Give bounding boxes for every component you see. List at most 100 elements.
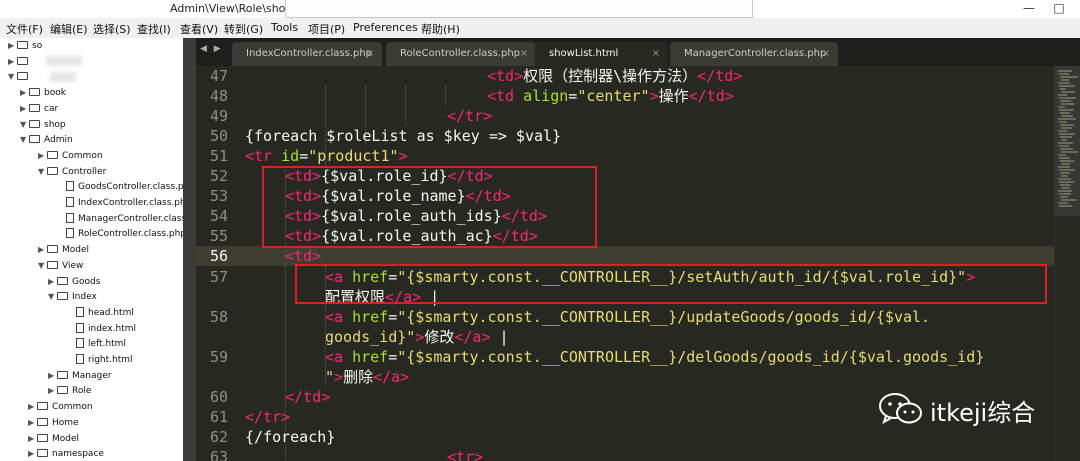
tree-folder-controller[interactable]: ▼ Controller: [38, 164, 106, 180]
minimap-line: [1058, 190, 1072, 192]
close-icon[interactable]: ×: [366, 42, 374, 66]
code-line: {foreach $roleList as $key => $val}: [245, 126, 561, 146]
minimap-line: [1059, 133, 1075, 135]
code-token: "{$smarty.const.__CONTROLLER__}/updateGo…: [397, 308, 931, 326]
code-token: align: [523, 87, 569, 105]
minimap-line: [1058, 82, 1070, 84]
code-token: =: [299, 147, 309, 165]
minimap-line: [1060, 76, 1078, 78]
tree-folder-manager[interactable]: ▶ Manager: [48, 368, 111, 384]
tree-folder-hidden[interactable]: ▼: [8, 69, 32, 85]
close-icon[interactable]: ×: [520, 42, 528, 66]
chevron-right-icon[interactable]: ▶: [28, 415, 37, 431]
current-line-highlight: [196, 246, 1054, 266]
menu-selection[interactable]: 选择(S): [93, 21, 131, 37]
minimize-button[interactable]: —: [1016, 0, 1042, 18]
maximize-button[interactable]: □: [1046, 0, 1072, 18]
chevron-right-icon[interactable]: ▶: [8, 54, 17, 70]
tree-file-indexcontroller-class-ph[interactable]: IndexController.class.ph: [66, 195, 183, 211]
sidebar-splitter[interactable]: [183, 38, 196, 461]
tree-folder-common[interactable]: ▶ Common: [38, 148, 103, 164]
code-token: ": [325, 368, 335, 386]
minimap-line: [1061, 127, 1072, 129]
tab-manager-controller[interactable]: ManagerController.class.php ×: [670, 42, 838, 66]
tab-label: showList.html: [549, 48, 619, 59]
menu-view[interactable]: 查看(V): [180, 21, 218, 37]
tree-file-rolecontroller-class-php[interactable]: RoleController.class.php: [66, 226, 183, 242]
chevron-right-icon[interactable]: ▶: [28, 431, 37, 447]
folder-icon: [47, 166, 58, 175]
tree-folder-view[interactable]: ▼ View: [38, 258, 83, 274]
menu-edit[interactable]: 编辑(E): [50, 21, 88, 37]
tree-file-right-html[interactable]: right.html: [76, 352, 133, 368]
chevron-right-icon[interactable]: ▶: [48, 368, 57, 384]
tree-folder-model[interactable]: ▶ Model: [28, 431, 79, 447]
menu-preferences[interactable]: Preferences: [353, 21, 418, 34]
tab-nav-arrows-icon[interactable]: ◀ ▶: [200, 44, 223, 54]
tree-folder-car[interactable]: ▶ car: [20, 101, 58, 117]
tree-folder-hidden[interactable]: ▶: [8, 54, 32, 70]
menu-help[interactable]: 帮助(H): [421, 21, 460, 37]
close-icon[interactable]: ×: [822, 42, 830, 66]
code-token: <td: [487, 87, 515, 105]
chevron-right-icon[interactable]: ▶: [28, 446, 37, 461]
chevron-right-icon[interactable]: ▶: [38, 148, 47, 164]
tab-showlist[interactable]: showList.html ×: [535, 42, 668, 66]
code-token: <td>: [285, 247, 322, 265]
line-number: 49: [209, 107, 228, 125]
chevron-right-icon[interactable]: ▶: [48, 274, 57, 290]
tree-file-managercontroller-class[interactable]: ManagerController.class: [66, 211, 183, 227]
folder-icon: [37, 417, 48, 426]
menu-tools[interactable]: Tools: [271, 21, 298, 34]
chevron-down-icon[interactable]: ▼: [8, 69, 17, 85]
tree-folder-goods[interactable]: ▶ Goods: [48, 274, 100, 290]
tree-folder-shop[interactable]: ▼ shop: [20, 117, 66, 133]
tree-folder-index[interactable]: ▼ Index: [48, 289, 97, 305]
tree-file-left-html[interactable]: left.html: [76, 336, 126, 352]
menu-project[interactable]: 项目(P): [308, 21, 345, 37]
tree-folder-home[interactable]: ▶ Home: [28, 415, 79, 431]
chevron-down-icon[interactable]: ▼: [38, 164, 47, 180]
chevron-right-icon[interactable]: ▶: [20, 85, 29, 101]
tree-folder-model[interactable]: ▶ Model: [38, 242, 89, 258]
menu-goto[interactable]: 转到(G): [224, 21, 263, 37]
tree-folder-so[interactable]: ▶ so: [8, 38, 42, 54]
line-number: 62: [209, 428, 228, 446]
chevron-right-icon[interactable]: ▶: [8, 38, 17, 54]
menu-find[interactable]: 查找(I): [137, 21, 171, 37]
chevron-right-icon[interactable]: ▶: [38, 242, 47, 258]
menu-file[interactable]: 文件(F): [6, 21, 43, 37]
minimap-line: [1060, 112, 1070, 114]
close-icon[interactable]: ×: [652, 42, 660, 66]
chevron-down-icon[interactable]: ▼: [20, 132, 29, 148]
minimap-line: [1061, 91, 1075, 93]
line-number: 61: [209, 408, 228, 426]
code-token: </tr>: [447, 107, 493, 125]
tree-folder-book[interactable]: ▶ book: [20, 85, 66, 101]
tree-item-label: namespace: [52, 449, 104, 460]
line-number: 58: [209, 308, 228, 326]
chevron-right-icon[interactable]: ▶: [28, 399, 37, 415]
redacted-blur: [50, 72, 76, 82]
minimap-line: [1060, 136, 1072, 138]
tree-folder-role[interactable]: ▶ Role: [48, 383, 91, 399]
tree-folder-namespace[interactable]: ▶ namespace: [28, 446, 104, 461]
chevron-down-icon[interactable]: ▼: [38, 258, 47, 274]
tree-folder-admin[interactable]: ▼ Admin: [20, 132, 73, 148]
tree-file-goodscontroller-class-ph[interactable]: GoodsController.class.ph: [66, 179, 183, 195]
chevron-down-icon[interactable]: ▼: [20, 117, 29, 133]
folder-icon: [47, 245, 58, 254]
chevron-right-icon[interactable]: ▶: [20, 101, 29, 117]
tab-index-controller[interactable]: IndexController.class.php ×: [232, 42, 382, 66]
chevron-down-icon[interactable]: ▼: [48, 289, 57, 305]
chevron-right-icon[interactable]: ▶: [48, 383, 57, 399]
minimap-line: [1058, 202, 1068, 204]
folder-icon: [29, 119, 40, 128]
minimap-line: [1059, 169, 1075, 171]
tree-file-head-html[interactable]: head.html: [76, 305, 134, 321]
tab-role-controller[interactable]: RoleController.class.php ×: [386, 42, 536, 66]
tree-file-index-html[interactable]: index.html: [76, 321, 136, 337]
minimap-line: [1059, 157, 1070, 159]
tree-folder-common[interactable]: ▶ Common: [28, 399, 93, 415]
